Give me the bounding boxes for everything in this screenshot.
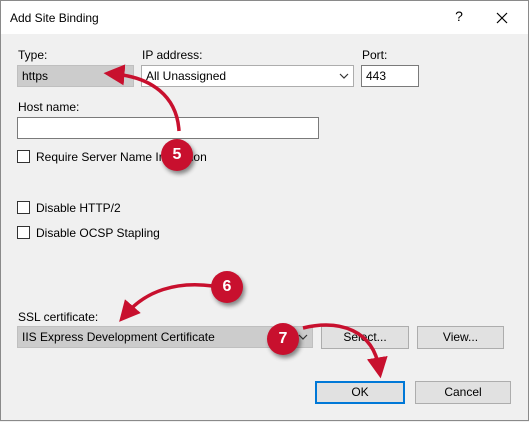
select-certificate-button[interactable]: Select... <box>321 326 409 349</box>
ip-address-label: IP address: <box>142 48 203 62</box>
port-input[interactable]: 443 <box>361 65 419 87</box>
arrow-6 <box>119 283 214 322</box>
cancel-button[interactable]: Cancel <box>415 381 511 404</box>
chevron-down-icon[interactable] <box>338 71 350 81</box>
help-button[interactable]: ? <box>452 8 466 26</box>
step-5-marker: 5 <box>161 139 193 171</box>
ok-button[interactable]: OK <box>315 381 405 404</box>
sni-checkbox[interactable] <box>17 150 30 163</box>
port-label: Port: <box>362 48 388 62</box>
dialog-title: Add Site Binding <box>10 11 99 25</box>
title-bar: Add Site Binding ? <box>1 1 528 34</box>
step-6-marker: 6 <box>211 271 243 303</box>
disable-ocsp-label[interactable]: Disable OCSP Stapling <box>36 226 160 240</box>
type-value: https <box>22 69 49 83</box>
host-name-input[interactable] <box>17 117 319 139</box>
close-icon <box>496 12 508 24</box>
close-button[interactable] <box>490 7 514 29</box>
disable-http2-checkbox[interactable] <box>17 201 30 214</box>
view-certificate-button[interactable]: View... <box>417 326 504 349</box>
step-7-marker: 7 <box>267 323 299 355</box>
type-label: Type: <box>18 48 48 62</box>
host-name-label: Host name: <box>18 100 80 114</box>
disable-http2-label[interactable]: Disable HTTP/2 <box>36 201 121 215</box>
port-value: 443 <box>366 69 387 83</box>
add-site-binding-dialog: Add Site Binding ? Type: https IP addres… <box>0 0 529 421</box>
ssl-certificate-label: SSL certificate: <box>18 310 99 324</box>
disable-ocsp-checkbox[interactable] <box>17 226 30 239</box>
ip-address-value: All Unassigned <box>146 69 227 83</box>
ssl-certificate-value: IIS Express Development Certificate <box>22 330 215 344</box>
ip-address-combobox[interactable]: All Unassigned <box>141 65 354 87</box>
type-dropdown[interactable]: https <box>17 65 134 87</box>
